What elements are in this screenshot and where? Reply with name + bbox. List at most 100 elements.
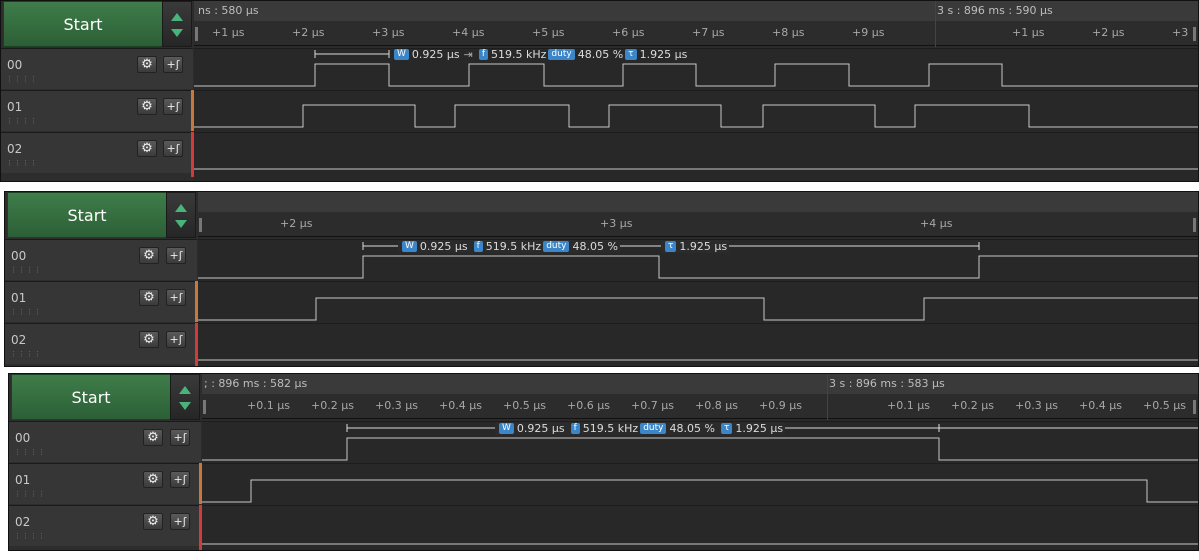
waveforms [198,242,1198,361]
frequency-icon: f [473,241,483,252]
channel-row-00[interactable]: 00 ⋮⋮⋮⋮ ⚙ +ʃ [5,239,197,280]
arrow-up-icon [171,13,183,21]
channel-number: 00 [15,431,31,445]
period-value: 1.925 µs [639,48,688,61]
channel-row-00[interactable]: 00 ⋮⋮⋮⋮ ⚙ +ʃ [9,421,201,462]
start-options-arrows[interactable] [170,374,200,420]
channel-row-01[interactable]: 01 ⋮⋮⋮⋮ ⚙ +ʃ [1,90,193,131]
channel-number: 02 [15,515,31,529]
waveforms [194,50,1198,170]
channel-number: 01 [15,473,31,487]
width-icon: W [394,49,409,60]
add-trigger-icon[interactable]: +ʃ [166,247,186,264]
start-button[interactable]: Start [11,374,171,420]
channel-sidebar: Start 00 ⋮⋮⋮⋮ ⚙ +ʃ 01 ⋮⋮⋮⋮ ⚙ +ʃ 02 ⋮⋮⋮⋮ … [9,374,203,550]
duty-value: 48.05 % [669,422,715,435]
gear-icon[interactable]: ⚙ [139,247,159,264]
start-button[interactable]: Start [3,1,163,47]
grip-icon: ⋮⋮⋮⋮ [10,266,42,274]
add-trigger-icon[interactable]: +ʃ [163,56,183,73]
channel-number: 02 [7,142,23,156]
gear-icon[interactable]: ⚙ [137,140,157,157]
width-value: 0.925 µs [411,48,460,61]
channel-row-00[interactable]: 00 ⋮⋮⋮⋮ ⚙ +ʃ [1,48,193,89]
waveform-area[interactable]: ns : 580 µs 3 s : 896 ms : 590 µs +1 µs … [194,1,1198,181]
channel-number: 02 [11,333,27,347]
gear-icon[interactable]: ⚙ [137,56,157,73]
arrow-up-icon [179,386,191,394]
duty-value: 48.05 % [577,48,624,61]
gear-icon[interactable]: ⚙ [143,513,163,530]
waveform-area[interactable]: +2 µs +3 µs +4 µs W 0.925 µs f 519.5 kHz… [198,192,1198,366]
duty-icon: duty [640,423,667,434]
gear-icon[interactable]: ⚙ [143,429,163,446]
start-options-arrows[interactable] [162,1,192,47]
period-icon: τ [720,423,733,434]
arrow-down-icon [179,402,191,410]
grip-icon: ⋮⋮⋮⋮ [14,448,46,456]
add-trigger-icon[interactable]: +ʃ [166,331,186,348]
capture-panel-3: Start 00 ⋮⋮⋮⋮ ⚙ +ʃ 01 ⋮⋮⋮⋮ ⚙ +ʃ 02 ⋮⋮⋮⋮ … [8,373,1199,551]
add-trigger-icon[interactable]: +ʃ [163,140,183,157]
waveform-01 [194,104,1198,128]
capture-panel-2: Start 00 ⋮⋮⋮⋮ ⚙ +ʃ 01 ⋮⋮⋮⋮ ⚙ +ʃ 02 ⋮⋮⋮⋮ … [4,191,1199,367]
frequency-value: 519.5 kHz [485,240,542,253]
add-trigger-icon[interactable]: +ʃ [163,98,183,115]
width-icon: W [402,241,417,252]
width-icon: W [499,423,514,434]
grip-icon: ⋮⋮⋮⋮ [6,75,38,83]
waveform-area[interactable]: ; : 896 ms : 582 µs 3 s : 896 ms : 583 µ… [202,374,1198,550]
add-trigger-icon[interactable]: +ʃ [170,471,190,488]
channel-number: 01 [7,100,23,114]
period-value: 1.925 µs [735,422,784,435]
arrow-up-icon [175,204,187,212]
duty-icon: duty [543,241,570,252]
measurement-readout[interactable]: W 0.925 µs f 519.5 kHz duty 48.05 % [398,240,620,253]
gear-icon[interactable]: ⚙ [139,289,159,306]
add-trigger-icon[interactable]: +ʃ [170,429,190,446]
channel-row-02[interactable]: 02 ⋮⋮⋮⋮ ⚙ +ʃ [9,505,201,546]
period-icon: τ [625,49,637,60]
channel-number: 00 [7,58,23,72]
period-readout[interactable]: τ 1.925 µs [661,240,730,253]
waveform-00 [194,63,1198,87]
duty-icon: duty [548,49,575,60]
channel-row-01[interactable]: 01 ⋮⋮⋮⋮ ⚙ +ʃ [9,463,201,504]
period-value: 1.925 µs [679,240,728,253]
start-options-arrows[interactable] [166,192,196,238]
arrow-down-icon [171,29,183,37]
channel-row-02[interactable]: 02 ⋮⋮⋮⋮ ⚙ +ʃ [1,132,193,173]
gear-icon[interactable]: ⚙ [143,471,163,488]
channel-number: 01 [11,291,27,305]
frequency-icon: f [570,423,580,434]
frequency-icon: f [478,49,489,60]
grip-icon: ⋮⋮⋮⋮ [6,159,38,167]
width-value: 0.925 µs [419,240,468,253]
gear-icon[interactable]: ⚙ [137,98,157,115]
grip-icon: ⋮⋮⋮⋮ [10,308,42,316]
grip-icon: ⋮⋮⋮⋮ [10,350,42,358]
grip-icon: ⋮⋮⋮⋮ [14,490,46,498]
arrow-down-icon [175,220,187,228]
grip-icon: ⋮⋮⋮⋮ [6,117,38,125]
waveform-01 [198,297,1198,321]
add-trigger-icon[interactable]: +ʃ [170,513,190,530]
channel-row-02[interactable]: 02 ⋮⋮⋮⋮ ⚙ +ʃ [5,323,197,364]
capture-panel-1: Start 00 ⋮⋮⋮⋮ ⚙ +ʃ 01 ⋮⋮⋮⋮ ⚙ +ʃ 02 ⋮⋮⋮⋮ … [0,0,1199,182]
waveform-00 [198,255,1198,279]
frequency-value: 519.5 kHz [491,48,547,61]
measurement-readout[interactable]: W 0.925 µs ⇥ f 519.5 kHz duty 48.05 % τ … [392,48,687,61]
waveform-00 [202,437,1198,461]
frequency-value: 519.5 kHz [582,422,639,435]
channel-row-01[interactable]: 01 ⋮⋮⋮⋮ ⚙ +ʃ [5,281,197,322]
waveforms [202,424,1198,545]
measurement-readout[interactable]: W 0.925 µs f 519.5 kHz duty 48.05 % τ 1.… [495,422,786,435]
start-button[interactable]: Start [7,192,167,238]
channel-sidebar: Start 00 ⋮⋮⋮⋮ ⚙ +ʃ 01 ⋮⋮⋮⋮ ⚙ +ʃ 02 ⋮⋮⋮⋮ … [1,1,195,181]
duty-value: 48.05 % [572,240,618,253]
gear-icon[interactable]: ⚙ [139,331,159,348]
add-trigger-icon[interactable]: +ʃ [166,289,186,306]
grip-icon: ⋮⋮⋮⋮ [14,532,46,540]
channel-number: 00 [11,249,27,263]
period-icon: τ [665,241,677,252]
